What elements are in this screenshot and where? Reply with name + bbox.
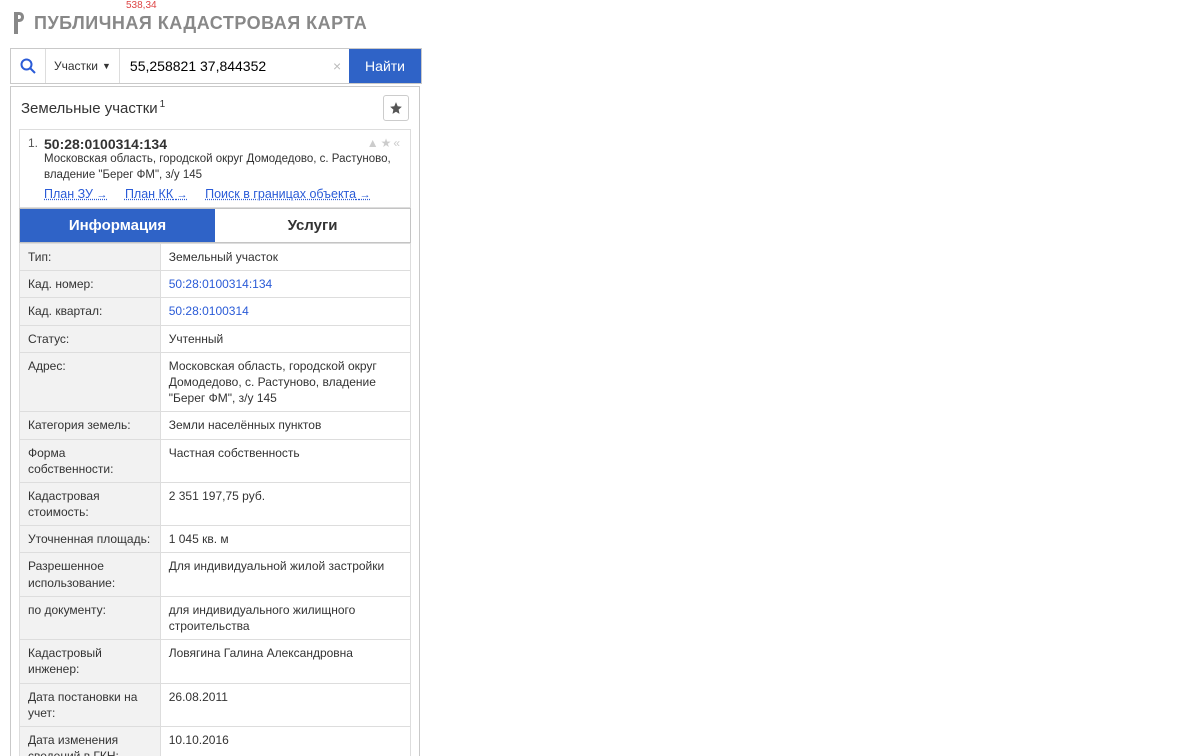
tab-services[interactable]: Услуги (215, 209, 410, 242)
info-key-category: Категория земель: (20, 412, 161, 439)
info-val-quarter[interactable]: 50:28:0100314 (169, 304, 249, 318)
page-title: ПУБЛИЧНАЯ КАДАСТРОВАЯ КАРТА (34, 13, 367, 34)
map-label-sel: 134 (960, 304, 980, 318)
building-footprint[interactable] (680, 310, 890, 530)
object-type-dropdown[interactable]: Участки ▼ (46, 49, 120, 83)
info-val-cadcost: 2 351 197,75 руб. (160, 482, 410, 525)
tabs: Информация Услуги (19, 208, 411, 243)
info-val-use: Для индивидуальной жилой застройки (160, 553, 410, 596)
info-table: Тип:Земельный участок Кад. номер: 50:28:0… (19, 243, 411, 756)
search-icon-button[interactable] (11, 49, 46, 83)
clear-input-button[interactable]: × (325, 49, 349, 83)
info-val-status: Учтенный (160, 325, 410, 352)
result-index: 1. (28, 136, 44, 150)
info-key-date-mod: Дата изменения сведений в ГКН: (20, 726, 161, 756)
info-val-date-mod: 10.10.2016 (160, 726, 410, 756)
search-input[interactable] (120, 49, 325, 83)
find-button[interactable]: Найти (349, 49, 421, 83)
map-label-bld-b: 204 (782, 494, 802, 508)
link-search-inside[interactable]: Поиск в границах объекта → (205, 187, 371, 201)
result-address: Московская область, городской округ Домо… (44, 152, 402, 183)
info-key-area: Уточненная площадь: (20, 526, 161, 553)
info-key-ownership: Форма собственности: (20, 439, 161, 482)
favorite-toggle[interactable] (383, 95, 409, 121)
info-val-address: Московская область, городской округ Домо… (160, 352, 410, 412)
info-val-ownership: Частная собственность (160, 439, 410, 482)
rosreestr-logo-icon (10, 12, 26, 34)
result-card: 1. 50:28:0100314:134 ▲★« Московская обла… (19, 129, 411, 208)
info-key-type: Тип: (20, 244, 161, 271)
info-key-use: Разрешенное использование: (20, 553, 161, 596)
search-bar: Участки ▼ × Найти (10, 48, 422, 84)
info-val-category: Земли населённых пунктов (160, 412, 410, 439)
info-key-status: Статус: (20, 325, 161, 352)
object-type-label: Участки (54, 59, 98, 73)
results-panel: Земельные участки1 1. 50:28:0100314:134 … (10, 86, 420, 756)
caret-down-icon: ▼ (102, 61, 111, 71)
info-key-use-doc: по документу: (20, 596, 161, 639)
info-val-date-reg: 26.08.2011 (160, 683, 410, 726)
result-cadnum: 50:28:0100314:134 (44, 136, 167, 152)
map-label-left-a: 105 (490, 409, 510, 423)
info-key-quarter: Кад. квартал: (20, 298, 161, 325)
top-coord-label: 538,34 (126, 0, 157, 11)
tab-information[interactable]: Информация (20, 209, 215, 242)
link-plan-zu[interactable]: План ЗУ → (44, 187, 107, 201)
map-label-bld-c: 134 (840, 499, 860, 513)
info-key-cadnum: Кад. номер: (20, 271, 161, 298)
info-val-use-doc: для индивидуального жилищного строительс… (160, 596, 410, 639)
link-plan-kk[interactable]: План КК → (125, 187, 188, 201)
selected-parcel[interactable] (590, 140, 1065, 600)
info-val-engineer: Ловягина Галина Александровна (160, 640, 410, 683)
info-val-area: 1 045 кв. м (160, 526, 410, 553)
info-val-type: Земельный участок (160, 244, 410, 271)
card-status-icons: ▲★« (367, 136, 402, 150)
results-header: Земельные участки1 (21, 99, 383, 117)
map-label-bottom: 143 (1015, 669, 1035, 683)
info-key-date-reg: Дата постановки на учет: (20, 683, 161, 726)
info-key-address: Адрес: (20, 352, 161, 412)
map-label-left-b: 105 (495, 584, 515, 598)
info-key-cadcost: Кадастровая стоимость: (20, 482, 161, 525)
map-label-bld-a: 204 (790, 409, 810, 423)
info-val-cadnum[interactable]: 50:28:0100314:134 (169, 277, 272, 291)
info-key-engineer: Кадастровый инженер: (20, 640, 161, 683)
